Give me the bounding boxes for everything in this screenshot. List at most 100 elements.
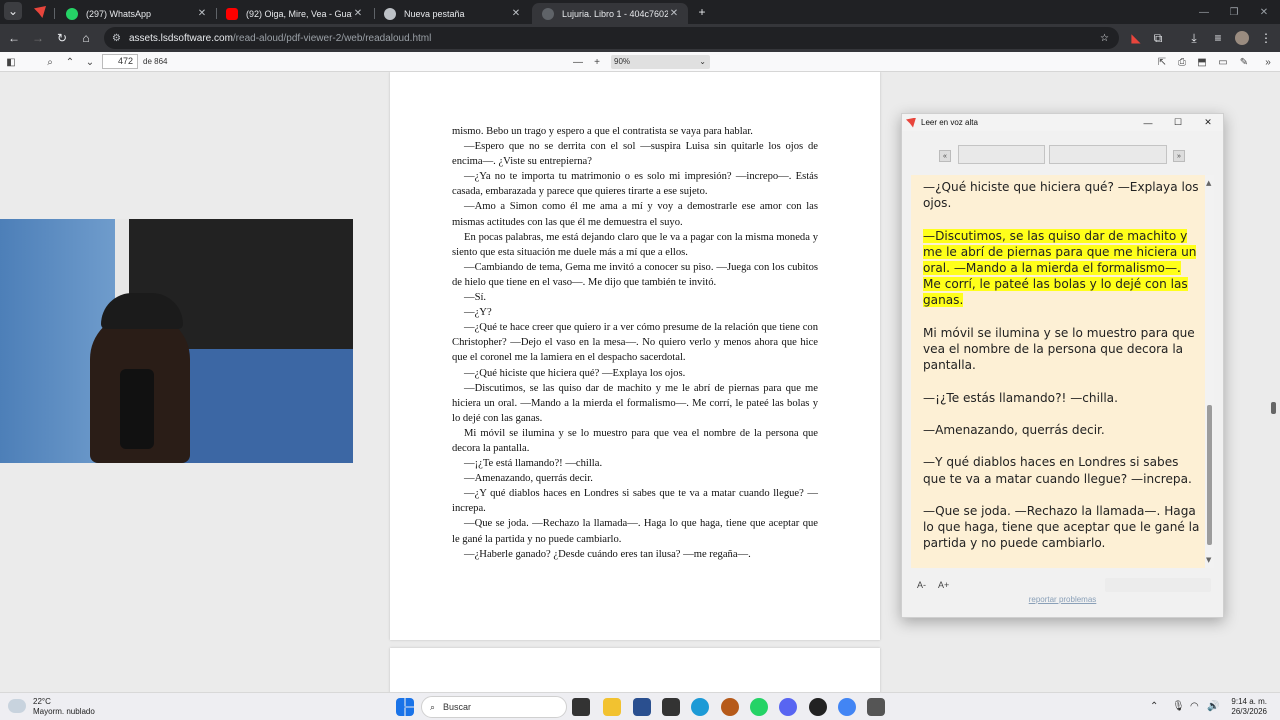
read-aloud-text-area[interactable]: —¿Qué hiciste que hiciera qué? —Explaya … xyxy=(911,175,1214,568)
url-host: assets.lsdsoftware.com xyxy=(128,32,233,44)
read-aloud-close-button[interactable]: ✕ xyxy=(1193,114,1223,131)
minimize-button[interactable]: — xyxy=(1188,0,1220,24)
file-explorer-icon[interactable] xyxy=(603,698,621,716)
volume-icon[interactable]: 🔊 xyxy=(1207,701,1219,712)
tab-whatsapp[interactable]: (297) WhatsApp ✕ xyxy=(56,3,216,24)
tab-new-tab[interactable]: Nueva pestaña ✕ xyxy=(374,3,530,24)
more-vert-icon: ⋮ xyxy=(1260,31,1272,45)
bookmark-star-icon[interactable]: ☆ xyxy=(1100,33,1109,44)
clock[interactable]: 9:14 a. m. 26/3/2026 xyxy=(1225,697,1267,717)
tab-youtube[interactable]: (92) Oiga, Mire, Vea - Guayacán ✕ xyxy=(216,3,372,24)
network-icon[interactable]: ◠ xyxy=(1190,701,1199,712)
edge-icon[interactable] xyxy=(691,698,709,716)
chevron-up-icon[interactable]: ⌃ xyxy=(1150,701,1158,712)
read-aloud-paragraph-text: —Que se joda. —Rechazo la llamada—. Haga… xyxy=(923,503,1200,551)
profile-button[interactable] xyxy=(1232,28,1252,48)
close-icon: ✕ xyxy=(1259,6,1269,18)
chevron-down-icon: ⌄ xyxy=(699,57,706,66)
pinned-tab-icon[interactable] xyxy=(34,6,46,18)
forward-button[interactable]: → xyxy=(28,28,48,48)
print-button[interactable]: ⎙ xyxy=(1174,54,1190,70)
zoom-out-button[interactable]: — xyxy=(570,54,586,70)
weather-widget[interactable]: 22°C Mayorm. nublado xyxy=(33,697,95,717)
reload-button[interactable]: ↻ xyxy=(52,28,72,48)
read-aloud-maximize-button[interactable]: ☐ xyxy=(1163,114,1193,131)
page-paragraph: —¡¿Te está llamando?! —chilla. xyxy=(464,458,603,470)
downloads-button[interactable]: ⤓ xyxy=(1184,28,1204,48)
find-button[interactable]: ⌕ xyxy=(42,54,58,70)
zoom-in-button[interactable]: + xyxy=(589,54,605,70)
tab-pdf-active[interactable]: Lujuria. Libro 1 - 404c7602-daa ✕ xyxy=(532,3,688,24)
address-bar[interactable]: ⚙ assets.lsdsoftware.com/read-aloud/pdf-… xyxy=(104,27,1119,49)
reload-icon: ↻ xyxy=(56,31,68,45)
whatsapp-icon[interactable] xyxy=(750,698,768,716)
firefox-icon[interactable] xyxy=(721,698,739,716)
zoom-select[interactable]: 90% ⌄ xyxy=(611,55,710,69)
start-windows-icon[interactable] xyxy=(396,698,414,716)
rewind-button[interactable]: « xyxy=(939,150,951,162)
more-tools-button[interactable]: » xyxy=(1260,54,1276,70)
close-icon[interactable]: ✕ xyxy=(668,8,680,19)
reading-list-button[interactable]: ≡ xyxy=(1208,28,1228,48)
pencil-icon: ✎ xyxy=(1239,56,1249,68)
highlight-button[interactable]: ▭ xyxy=(1215,54,1231,70)
close-icon[interactable]: ✕ xyxy=(510,8,522,19)
menu-button[interactable]: ⋮ xyxy=(1256,28,1276,48)
page-paragraph: —Sí. xyxy=(464,292,487,304)
tab-search-button[interactable]: ⌄ xyxy=(4,2,22,20)
new-tab-button[interactable]: + xyxy=(692,2,712,22)
chevron-down-icon: ⌄ xyxy=(7,4,19,18)
microphone-icon[interactable]: 🎙 xyxy=(1172,701,1185,712)
save-button[interactable]: ⬒ xyxy=(1194,54,1210,70)
scroll-down-icon[interactable]: ▼ xyxy=(1206,552,1211,568)
open-file-button[interactable]: ⇱ xyxy=(1154,54,1170,70)
stop-button[interactable] xyxy=(1049,145,1167,164)
windows-taskbar: 22°C Mayorm. nublado ⌕ Buscar ⌃ 🎙 ◠ 🔊 9:… xyxy=(0,692,1280,720)
read-aloud-scrollbar[interactable]: ▲ ▼ xyxy=(1205,175,1214,568)
taskbar-search[interactable]: ⌕ Buscar xyxy=(421,696,567,718)
close-window-button[interactable]: ✕ xyxy=(1248,0,1280,24)
font-increase-button[interactable]: A+ xyxy=(938,580,949,590)
store-icon[interactable] xyxy=(633,698,651,716)
next-page-button[interactable]: ⌄ xyxy=(82,54,98,70)
page-number-input[interactable]: 472 xyxy=(102,54,138,69)
read-aloud-scrollbar-thumb[interactable] xyxy=(1207,405,1212,545)
read-aloud-paragraph-text: —Y qué diablos haces en Londres si sabes… xyxy=(923,455,1192,486)
close-icon[interactable]: ✕ xyxy=(196,8,208,19)
discord-icon[interactable] xyxy=(779,698,797,716)
close-icon[interactable]: ✕ xyxy=(352,8,364,19)
scroll-up-icon[interactable]: ▲ xyxy=(1206,175,1211,191)
previous-page-button[interactable]: ⌃ xyxy=(62,54,78,70)
play-pause-button[interactable] xyxy=(958,145,1045,164)
read-aloud-titlebar[interactable]: Leer en voz alta — ☐ ✕ xyxy=(902,114,1223,131)
obs-icon[interactable] xyxy=(809,698,827,716)
draw-button[interactable]: ✎ xyxy=(1236,54,1252,70)
page-paragraph: —Que se joda. —Rechazo la llamada—. Haga… xyxy=(452,518,818,545)
read-aloud-minimize-button[interactable]: — xyxy=(1133,114,1163,131)
read-aloud-window: Leer en voz alta — ☐ ✕ « » —¿Qué hiciste… xyxy=(901,113,1224,618)
task-view-icon[interactable] xyxy=(572,698,590,716)
site-info-icon[interactable]: ⚙ xyxy=(112,33,121,44)
forward-button[interactable]: » xyxy=(1173,150,1185,162)
page-scrollbar-thumb[interactable] xyxy=(1271,402,1276,414)
font-decrease-button[interactable]: A- xyxy=(917,580,926,590)
voice-settings-area[interactable] xyxy=(1105,578,1211,592)
sidebar-toggle-button[interactable]: ◧ xyxy=(3,54,19,70)
maximize-button[interactable]: ❐ xyxy=(1218,0,1250,24)
page-paragraph: Mi móvil se ilumina y se lo muestro para… xyxy=(452,427,818,454)
capcut-icon[interactable] xyxy=(662,698,680,716)
extensions-button[interactable]: ⧉ xyxy=(1148,28,1168,48)
search-icon: ⌕ xyxy=(47,56,53,68)
report-problems-link[interactable]: reportar problemas xyxy=(902,595,1223,604)
weather-cloud-icon xyxy=(8,699,26,713)
home-button[interactable]: ⌂ xyxy=(76,28,96,48)
zoom-value: 90% xyxy=(614,57,631,66)
read-aloud-paragraph-text: —¡¿Te estás llamando?! —chilla. xyxy=(923,390,1118,405)
back-button[interactable]: ← xyxy=(4,28,24,48)
read-aloud-extension-button[interactable]: ◣ xyxy=(1126,28,1146,48)
read-aloud-app-icon[interactable] xyxy=(867,698,885,716)
chrome-icon xyxy=(384,7,396,20)
page-paragraph: —Amo a Simon como él me ama a mí y voy a… xyxy=(452,201,818,228)
chrome-icon[interactable] xyxy=(838,698,856,716)
read-aloud-paragraph: —Amenazando, querrás decir. xyxy=(923,422,1202,438)
